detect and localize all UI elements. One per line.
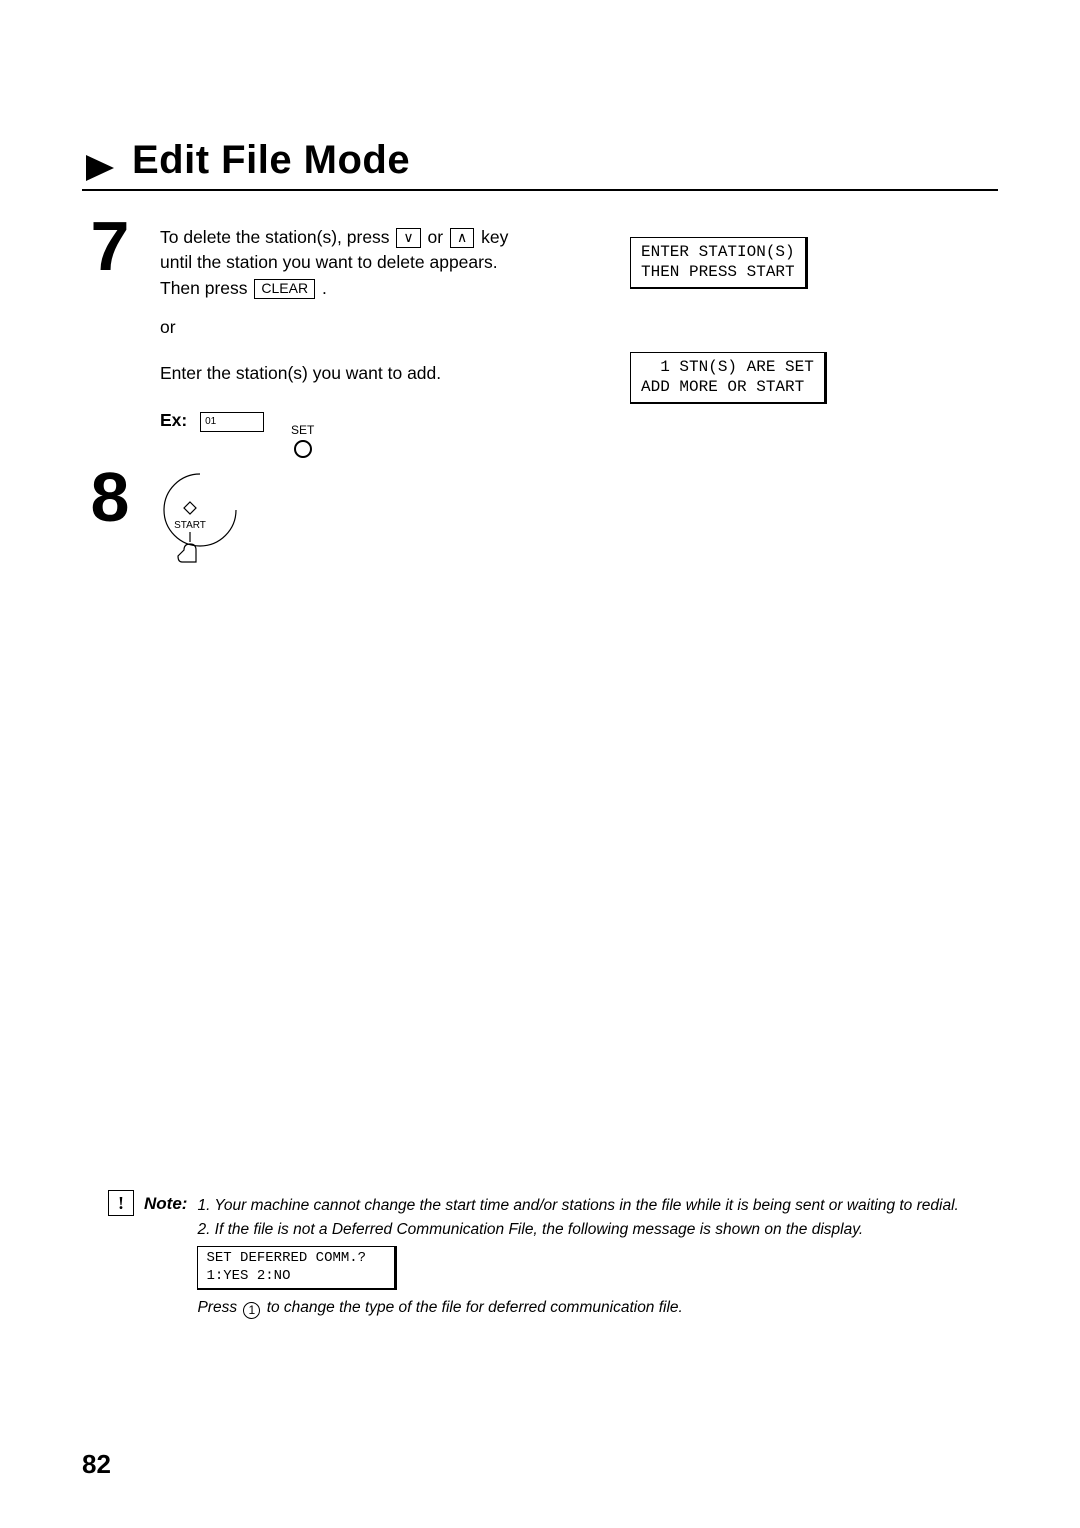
section-title: Edit File Mode bbox=[132, 138, 410, 183]
text: to change the type of the file for defer… bbox=[267, 1299, 683, 1316]
step-8-number: 8 bbox=[82, 466, 138, 529]
note-lcd-line2: 1:YES 2:NO bbox=[206, 1268, 290, 1284]
up-key[interactable]: ∧ bbox=[450, 228, 474, 248]
text: Press bbox=[197, 1299, 241, 1316]
ex-label: Ex: bbox=[160, 410, 187, 430]
ex-value-box: 01 bbox=[200, 412, 264, 432]
step-7-text-delete: To delete the station(s), press ∨ or ∧ k… bbox=[160, 225, 540, 301]
note-list: 1. Your machine cannot change the start … bbox=[197, 1190, 958, 1320]
note-2: 2. If the file is not a Deferred Communi… bbox=[197, 1218, 958, 1242]
step-7-text-add: Enter the station(s) you want to add. bbox=[160, 361, 998, 386]
clear-key[interactable]: CLEAR bbox=[254, 279, 315, 299]
note-label: Note: bbox=[144, 1190, 187, 1214]
step-7: 7 To delete the station(s), press ∨ or ∧… bbox=[82, 215, 998, 458]
title-arrow-icon bbox=[82, 153, 118, 183]
note-lcd: SET DEFERRED COMM.? 1:YES 2:NO bbox=[197, 1246, 397, 1290]
down-key[interactable]: ∨ bbox=[396, 228, 420, 248]
text: . bbox=[322, 278, 327, 298]
numpad-1-key[interactable]: 1 bbox=[243, 1302, 260, 1319]
start-button-icon[interactable]: START bbox=[160, 551, 240, 571]
text: To delete the station(s), press bbox=[160, 227, 394, 247]
start-label: START bbox=[174, 520, 206, 531]
step-8-body: START bbox=[160, 466, 998, 574]
note-icon: ! bbox=[108, 1190, 134, 1216]
page: Edit File Mode ENTER STATION(S) THEN PRE… bbox=[0, 0, 1080, 1528]
step-7-or: or bbox=[160, 315, 998, 340]
note-block: ! Note: 1. Your machine cannot change th… bbox=[108, 1190, 998, 1320]
step-7-body: To delete the station(s), press ∨ or ∧ k… bbox=[160, 215, 998, 458]
text: or bbox=[428, 227, 448, 247]
set-label: SET bbox=[291, 422, 314, 439]
note-lcd-line1: SET DEFERRED COMM.? bbox=[206, 1250, 366, 1266]
set-button-icon[interactable]: SET bbox=[291, 422, 314, 458]
step-8: 8 START bbox=[82, 466, 998, 574]
section-title-row: Edit File Mode bbox=[82, 0, 998, 191]
page-number: 82 bbox=[82, 1449, 111, 1480]
note-1: 1. Your machine cannot change the start … bbox=[197, 1194, 958, 1218]
step-7-example: Ex: 01 SET bbox=[160, 408, 998, 458]
note-press-line: Press 1 to change the type of the file f… bbox=[197, 1296, 958, 1320]
circle-icon bbox=[294, 440, 312, 458]
step-7-number: 7 bbox=[82, 215, 138, 278]
